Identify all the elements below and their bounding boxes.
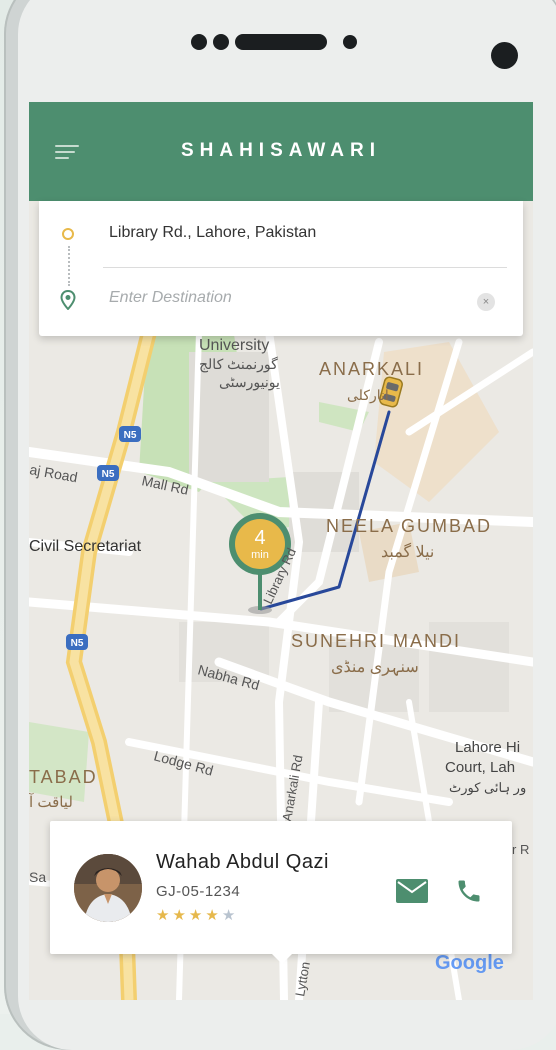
label-tabad-urdu: لیاقت آ (29, 793, 73, 811)
label-anarkali-urdu: انارکلی (347, 387, 389, 404)
phone-icon (458, 880, 480, 902)
label-civil-secretariat: Civil Secretariat (29, 538, 142, 555)
location-pin-icon (60, 290, 76, 310)
sensor-dot (213, 34, 229, 50)
star-filled-icon: ★ (156, 907, 170, 924)
earpiece-slot (235, 34, 327, 50)
label-sunehri-mandi-urdu: سنہری منڈی (331, 659, 419, 676)
svg-text:N5: N5 (71, 638, 84, 649)
label-neela-gumbad: NEELA GUMBAD (326, 516, 492, 536)
sensor-dot (191, 34, 207, 50)
star-filled-icon: ★ (188, 907, 203, 924)
divider (103, 267, 507, 268)
origin-circle-icon (62, 228, 74, 240)
label-lahore-high-court-urdu: ور ہائی کورٹ (449, 780, 526, 796)
label-r: r R (512, 842, 529, 857)
label-lahore-high-court: Lahore Hi (455, 739, 520, 756)
message-driver-button[interactable] (396, 879, 428, 903)
app-screen: N5 N5 N5 4 min University گورنمنٹ کالج ی (29, 102, 533, 1000)
clear-destination-button[interactable]: × (477, 293, 495, 311)
google-logo: Google (435, 952, 504, 974)
driver-name: Wahab Abdul Qazi (156, 851, 329, 873)
label-tabad: TABAD (29, 767, 98, 787)
label-university: University (199, 337, 269, 354)
app-title: SHAHISAWARI (180, 140, 382, 161)
origin-field[interactable]: Library Rd., Lahore, Pakistan (109, 224, 316, 242)
eta-value: 4 (254, 527, 265, 549)
map-park (29, 722, 89, 802)
label-university-urdu: یونیورسٹی (219, 374, 280, 391)
front-camera (491, 42, 518, 69)
destination-input[interactable] (109, 289, 439, 307)
label-neela-gumbad-urdu: نیلا گمبد (381, 542, 434, 561)
driver-rating: ★ ★ ★ ★ ★ (156, 908, 235, 924)
app-header: SHAHISAWARI (29, 102, 533, 201)
label-sunehri-mandi: SUNEHRI MANDI (291, 631, 461, 651)
label-university-urdu: گورنمنٹ کالج (199, 356, 278, 373)
star-filled-icon: ★ (205, 907, 219, 924)
call-driver-button[interactable] (455, 877, 483, 905)
star-empty-icon: ★ (221, 907, 236, 924)
label-anarkali: ANARKALI (319, 359, 424, 379)
label-lahore-high-court: Court, Lah (445, 759, 515, 776)
eta-unit: min (251, 549, 269, 561)
driver-avatar (74, 854, 142, 922)
driver-card: Wahab Abdul Qazi GJ-05-1234 ★ ★ ★ ★ ★ (50, 821, 512, 964)
label-sa: Sa (29, 869, 46, 885)
phone-speaker (191, 33, 357, 51)
route-search-card: Library Rd., Lahore, Pakistan × (39, 201, 523, 336)
sensor-dot (343, 35, 357, 49)
star-filled-icon: ★ (172, 907, 186, 924)
vehicle-plate: GJ-05-1234 (156, 883, 241, 900)
svg-text:N5: N5 (102, 469, 115, 480)
svg-text:N5: N5 (124, 430, 137, 441)
route-connector (68, 246, 70, 286)
